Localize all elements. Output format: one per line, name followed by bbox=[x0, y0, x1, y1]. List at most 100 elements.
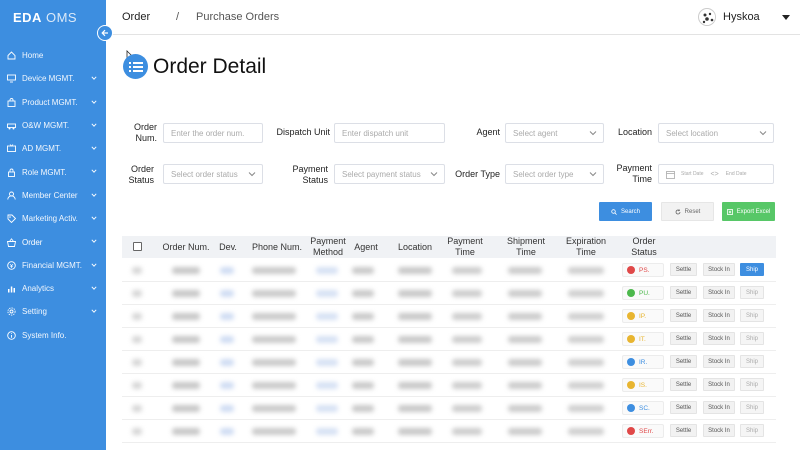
reset-button[interactable]: Reset bbox=[661, 202, 714, 221]
app-logo[interactable]: EDA OMS bbox=[0, 0, 106, 34]
order-num-input[interactable]: Enter the order num. bbox=[163, 123, 263, 143]
ship-button[interactable]: Ship bbox=[740, 286, 764, 299]
username[interactable]: Hyskoa bbox=[723, 11, 760, 23]
redacted-cell bbox=[132, 290, 142, 297]
gear-icon bbox=[7, 307, 16, 316]
ship-button[interactable]: Ship bbox=[740, 401, 764, 414]
order-status-placeholder: Select order status bbox=[171, 169, 238, 179]
redacted-cell bbox=[316, 382, 338, 389]
redacted-cell bbox=[316, 336, 338, 343]
sidebar-item-ad-mgmt[interactable]: AD MGMT. bbox=[0, 137, 106, 160]
settle-button[interactable]: Settle bbox=[670, 378, 697, 391]
stock-in-button[interactable]: Stock In bbox=[703, 263, 735, 276]
ship-button[interactable]: Ship bbox=[740, 355, 764, 368]
ship-button[interactable]: Ship bbox=[740, 378, 764, 391]
ship-label: Ship bbox=[745, 335, 758, 342]
settle-button[interactable]: Settle bbox=[670, 309, 697, 322]
sidebar-item-product-mgmt[interactable]: Product MGMT. bbox=[0, 91, 106, 114]
settle-button[interactable]: Settle bbox=[670, 332, 697, 345]
end-date-placeholder[interactable]: End Date bbox=[726, 171, 747, 177]
status-text: PS. bbox=[639, 266, 650, 274]
settle-button[interactable]: Settle bbox=[670, 401, 697, 414]
table-row[interactable]: IT. Settle Stock In Ship bbox=[122, 328, 776, 351]
payment-time-range-picker[interactable]: Start Date <> End Date bbox=[658, 164, 774, 184]
col-shipment-time[interactable]: Shipment Time bbox=[500, 236, 552, 258]
sidebar-item-o-w-mgmt[interactable]: O&W MGMT. bbox=[0, 114, 106, 137]
redacted-cell bbox=[568, 405, 604, 412]
redacted-cell bbox=[316, 290, 338, 297]
col-expiration-time[interactable]: Expiration Time bbox=[560, 236, 612, 258]
table-row[interactable]: IS. Settle Stock In Ship bbox=[122, 374, 776, 397]
ship-button[interactable]: Ship bbox=[740, 332, 764, 345]
stock-in-button[interactable]: Stock In bbox=[703, 424, 735, 437]
start-date-placeholder[interactable]: Start Date bbox=[681, 171, 704, 177]
redacted-cell bbox=[398, 313, 432, 320]
stock-in-button[interactable]: Stock In bbox=[703, 401, 735, 414]
sidebar-item-member-center[interactable]: Member Center bbox=[0, 184, 106, 207]
col-payment-time[interactable]: Payment Time bbox=[442, 236, 488, 258]
sidebar-item-marketing-activ[interactable]: Marketing Activ. bbox=[0, 207, 106, 230]
avatar[interactable] bbox=[698, 8, 716, 26]
col-agent[interactable]: Agent bbox=[350, 242, 382, 253]
location-select[interactable]: Select location bbox=[658, 123, 774, 143]
caret-down-icon[interactable] bbox=[782, 15, 790, 20]
redacted-cell bbox=[132, 405, 142, 412]
stock-in-button[interactable]: Stock In bbox=[703, 355, 735, 368]
redacted-cell bbox=[172, 313, 200, 320]
redacted-cell bbox=[452, 267, 482, 274]
sidebar-item-order[interactable]: Order bbox=[0, 230, 106, 253]
collapse-sidebar-button[interactable] bbox=[97, 25, 113, 41]
ship-button[interactable]: Ship bbox=[740, 263, 764, 276]
ship-button[interactable]: Ship bbox=[740, 424, 764, 437]
dispatch-unit-input[interactable]: Enter dispatch unit bbox=[334, 123, 445, 143]
search-icon bbox=[611, 208, 617, 215]
sidebar-item-role-mgmt[interactable]: Role MGMT. bbox=[0, 160, 106, 183]
col-order-num[interactable]: Order Num. bbox=[160, 242, 212, 253]
redacted-cell bbox=[452, 359, 482, 366]
sidebar-item-analytics[interactable]: Analytics bbox=[0, 277, 106, 300]
order-status-select[interactable]: Select order status bbox=[163, 164, 263, 184]
table-row[interactable]: SErr. Settle Stock In Ship bbox=[122, 420, 776, 443]
order-type-select[interactable]: Select order type bbox=[505, 164, 604, 184]
col-phone-num[interactable]: Phone Num. bbox=[248, 242, 306, 253]
col-location[interactable]: Location bbox=[392, 242, 438, 253]
settle-button[interactable]: Settle bbox=[670, 355, 697, 368]
settle-label: Settle bbox=[675, 335, 692, 342]
redacted-cell bbox=[132, 267, 142, 274]
chart-icon bbox=[7, 284, 16, 293]
table-row[interactable]: SC. Settle Stock In Ship bbox=[122, 397, 776, 420]
redacted-cell bbox=[452, 290, 482, 297]
sidebar-item-financial-mgmt[interactable]: Financial MGMT. bbox=[0, 254, 106, 277]
col-order-status[interactable]: Order Status bbox=[624, 236, 664, 258]
stock-in-button[interactable]: Stock In bbox=[703, 332, 735, 345]
select-all-checkbox[interactable] bbox=[133, 242, 142, 251]
settle-button[interactable]: Settle bbox=[670, 286, 697, 299]
payment-status-select[interactable]: Select payment status bbox=[334, 164, 445, 184]
stock-in-button[interactable]: Stock In bbox=[703, 378, 735, 391]
table-row[interactable]: PU. Settle Stock In Ship bbox=[122, 282, 776, 305]
agent-select[interactable]: Select agent bbox=[505, 123, 604, 143]
table-row[interactable]: IP. Settle Stock In Ship bbox=[122, 305, 776, 328]
redacted-cell bbox=[252, 428, 296, 435]
col-dev[interactable]: Dev. bbox=[215, 242, 241, 253]
col-shipment-time-line1: Shipment bbox=[506, 236, 546, 246]
settle-button[interactable]: Settle bbox=[670, 263, 697, 276]
table-row[interactable]: IR. Settle Stock In Ship bbox=[122, 351, 776, 374]
stock-in-button[interactable]: Stock In bbox=[703, 286, 735, 299]
table-row[interactable]: PS. Settle Stock In Ship bbox=[122, 259, 776, 282]
sidebar-item-setting[interactable]: Setting bbox=[0, 300, 106, 323]
settle-label: Settle bbox=[675, 427, 692, 434]
breadcrumb-order[interactable]: Order bbox=[122, 11, 150, 23]
col-payment-method[interactable]: Payment Method bbox=[306, 236, 350, 258]
export-excel-button[interactable]: Export Excel bbox=[722, 202, 775, 221]
search-button[interactable]: Search bbox=[599, 202, 652, 221]
settle-button[interactable]: Settle bbox=[670, 424, 697, 437]
ship-button[interactable]: Ship bbox=[740, 309, 764, 322]
reset-button-label: Reset bbox=[684, 208, 701, 215]
check-circle-icon bbox=[627, 358, 635, 366]
sidebar-item-device-mgmt[interactable]: Device MGMT. bbox=[0, 67, 106, 90]
sidebar-item-system-info[interactable]: System Info. bbox=[0, 324, 106, 347]
sidebar-item-home[interactable]: Home bbox=[0, 44, 106, 67]
stock-in-button[interactable]: Stock In bbox=[703, 309, 735, 322]
payment-status-label-line2: Status bbox=[302, 175, 328, 185]
